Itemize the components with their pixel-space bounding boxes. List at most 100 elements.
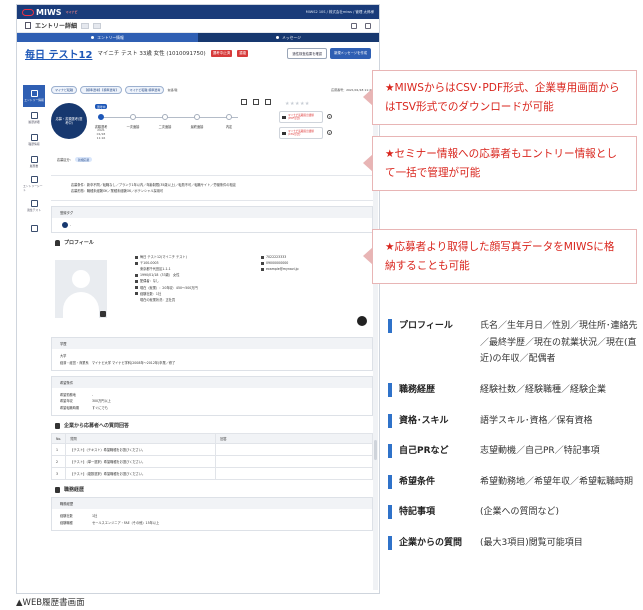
upload-photo-icon[interactable]: [100, 311, 106, 318]
sidebar-item-resume[interactable]: 履歴書: [23, 151, 45, 173]
candidate-name-link[interactable]: 毎日 テスト12: [25, 46, 92, 61]
tag-icon[interactable]: [62, 222, 68, 229]
selection-chip[interactable]: 【標準選考】【標準選考】: [79, 86, 123, 94]
callout-download: ★MIWSからはCSV･PDF形式、企業専用画面からはTSV形式でのダウンロード…: [372, 70, 637, 126]
copy-icon[interactable]: [365, 22, 371, 29]
career-title: 職務経歴: [51, 480, 373, 497]
step-dot[interactable]: [226, 114, 232, 120]
current-stage-circle: 応募・書類選考(選考中): [51, 103, 87, 139]
step-dot[interactable]: [130, 114, 136, 120]
callout-seminar: ★セミナー情報への応募者もエントリー情報として一括で管理が可能: [372, 136, 637, 192]
add-button[interactable]: [93, 22, 102, 29]
hierarchy-icon[interactable]: [241, 99, 247, 105]
questions-table: No. 質問 回答 1 【テスト】（テキスト）希望職種をお選びください。 2 【…: [50, 433, 373, 481]
print-icon[interactable]: [253, 99, 259, 105]
question-icon: [55, 422, 60, 429]
mail-icon: [282, 115, 286, 119]
download-pdf-button[interactable]: マイナビ転職提出書類 (PDF形式): [279, 111, 323, 123]
download-csv-button[interactable]: マイナビ転職提出書類 (CSV形式): [279, 127, 323, 139]
account-info[interactable]: MIWS2 10S / 株式会社miws / 管理 太郎様: [306, 10, 374, 15]
title-bar: エントリー詳細: [17, 19, 379, 33]
table-row: 1 【テスト】（テキスト）希望職種をお選びください。: [50, 443, 373, 457]
sidebar-item-entry[interactable]: エントリー情報: [23, 85, 45, 107]
current-tag: 選考中: [95, 104, 108, 109]
calendar-icon: [135, 273, 138, 277]
person-icon: [91, 36, 95, 39]
mobile-icon: [261, 261, 264, 265]
flow-chip[interactable]: マイナビ転職 標準選考: [125, 86, 165, 94]
legend-row: 希望条件 希望勤務地／希望年収／希望転職時期: [388, 474, 638, 491]
sidebar-item-aptitude[interactable]: 適性テスト: [23, 195, 45, 217]
media-chip[interactable]: マイナビ転職: [51, 86, 77, 94]
profile-photo: [55, 260, 107, 319]
legend-row: 企業からの質問 (最大3項目)閲覧可能項目: [388, 535, 638, 552]
item-legend: プロフィール 氏名／生年月日／性別／現住所･連絡先／最終学歴／現在の就業状況／現…: [388, 318, 638, 566]
step-dot[interactable]: [162, 114, 168, 120]
document-icon: [25, 22, 31, 29]
rating-stars[interactable]: ★★★★★: [285, 101, 310, 107]
screenshot-frame: MIWS マイナビ MIWS2 10S / 株式会社miws / 管理 太郎様 …: [16, 4, 380, 594]
application-type-chip: 新規応募: [74, 157, 93, 162]
ring-icon: [135, 280, 138, 283]
legend-row: 特記事項 (企業への質問など): [388, 504, 638, 521]
mail-icon: [282, 131, 286, 135]
sidebar-item-history[interactable]: 履歴詳細: [23, 107, 45, 129]
duplicate-badge: 重複: [237, 49, 249, 57]
step-dot[interactable]: [194, 114, 200, 120]
edit-profile-icon[interactable]: [357, 316, 367, 327]
mail-icon: [276, 36, 280, 39]
step-date: 2021 01/18 11:16: [96, 128, 106, 140]
status-row: マイナビ転職 【標準選考】【標準選考】 マイナビ転職 標準選考 言語/職 応募番…: [51, 85, 373, 95]
person-icon: [135, 255, 138, 259]
person-icon: [30, 176, 38, 183]
list-icon: [30, 134, 38, 141]
home-icon: [135, 261, 138, 265]
profile-contact: 7022223333 09000000000 example@mynavi.jp: [261, 254, 299, 272]
career-icon: [55, 486, 60, 493]
candidate-info: マイニチ テスト 33歳 女性 (1010091750): [97, 51, 206, 57]
mail-icon: [261, 267, 264, 271]
tab-entry-info[interactable]: エントリー情報: [17, 33, 198, 42]
tab-bar: エントリー情報 メッセージ: [17, 33, 379, 42]
scrollbar-thumb-secondary[interactable]: [374, 440, 377, 460]
callout-photo: ★応募者より取得した顔写真データをMIWSに格納することも可能: [372, 229, 637, 285]
tab-message[interactable]: メッセージ: [198, 33, 379, 42]
sidebar: エントリー情報 履歴詳細 職歴情報 履歴書 エントリーシート 適性テスト: [23, 85, 45, 239]
table-row: 3 【テスト】（複数選択）希望職種をお選びください。: [50, 467, 373, 481]
wishes-panel: 希望条件 希望勤務地 - 希望年収 300万円以上 希望転職時期 すぐにでも: [51, 375, 373, 417]
sidebar-item-share[interactable]: [23, 217, 45, 239]
main-content: マイナビ転職 【標準選考】【標準選考】 マイナビ転職 標準選考 言語/職 応募番…: [50, 85, 373, 531]
connect-icon[interactable]: [265, 99, 271, 105]
profile-current: 現在の就業状況：正社員: [140, 297, 176, 302]
progress-track: [98, 117, 238, 118]
toggle-button[interactable]: [81, 22, 90, 29]
miws-logo[interactable]: MIWS マイナビ: [22, 8, 77, 17]
person-icon: [30, 90, 38, 97]
briefcase-icon: [135, 292, 138, 296]
logo-mark-icon: [22, 8, 34, 16]
sidebar-item-career[interactable]: 職歴情報: [23, 129, 45, 151]
step-label: 一次面接: [126, 125, 140, 129]
page-title: エントリー詳細: [35, 23, 78, 30]
person-icon: [55, 239, 60, 246]
step-label: 二次面接: [158, 125, 172, 129]
new-message-button[interactable]: 新規メッセージを作成: [330, 47, 371, 59]
step-dot[interactable]: [98, 114, 104, 120]
assessment-button[interactable]: 適性検査結果を確認: [287, 47, 328, 59]
language-label: 言語/職: [167, 88, 178, 92]
help-icon[interactable]: ?: [327, 130, 332, 135]
tag-panel-title: 登録タグ: [52, 207, 372, 219]
selection-progress: 応募・書類選考(選考中) 選考中 書類選考 一次面接 二次面接 最終面接 内定 …: [51, 99, 373, 167]
candidate-header: 毎日 テスト12 マイニチ テスト 33歳 女性 (1010091750) 選考…: [17, 42, 379, 64]
screen-caption: ▲WEB履歴書画面: [16, 598, 85, 608]
education-panel: 学歴 大学 経済・経営・商業系 マイナビ大学 マイナビ学科(2008年〜2012…: [51, 337, 373, 371]
help-icon[interactable]: ?: [327, 114, 332, 119]
sidebar-item-entry-sheet[interactable]: エントリーシート: [23, 173, 45, 195]
action-icons: [241, 99, 271, 105]
status-badge: 選考中止済: [210, 49, 233, 57]
phone-icon: [261, 255, 264, 259]
edit-icon: [30, 112, 38, 119]
clip-icon[interactable]: [351, 22, 357, 29]
profile-email[interactable]: example@mynavi.jp: [266, 266, 299, 272]
career-panel: 職務経歴 経験社数 1社 経験職種 セールスエンジニア・FAE（その他）15年以上: [51, 497, 373, 531]
